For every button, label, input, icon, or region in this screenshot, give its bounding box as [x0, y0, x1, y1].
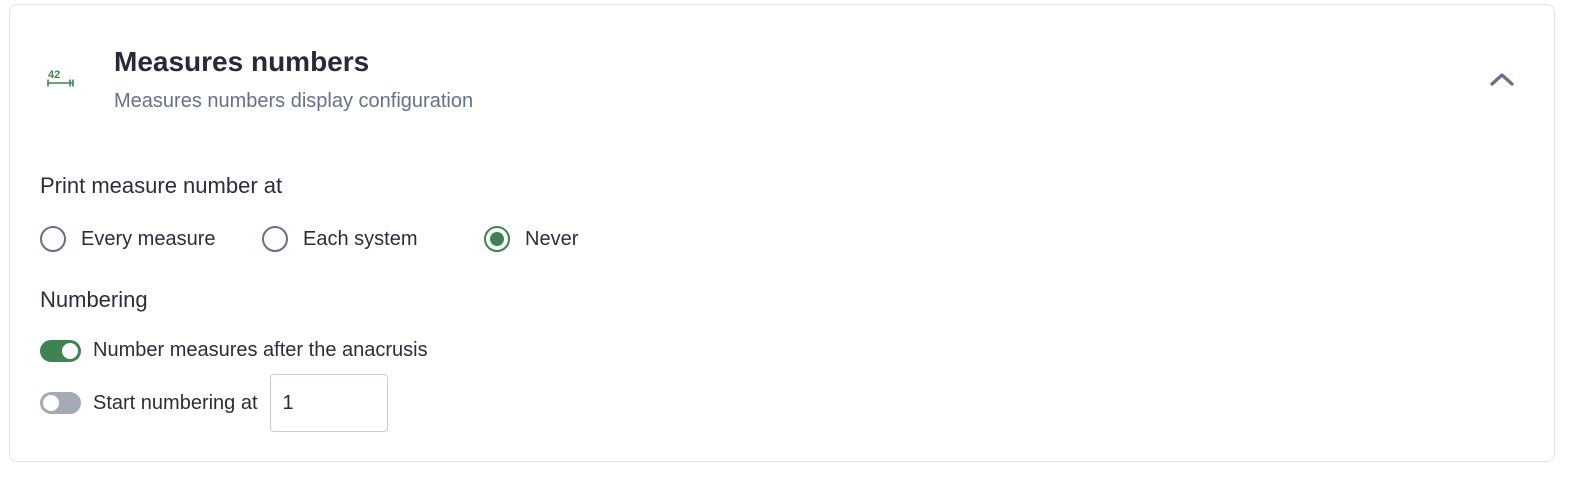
panel-subtitle: Measures numbers display configuration — [114, 90, 474, 112]
radio-never[interactable]: Never — [484, 223, 578, 255]
radio-button[interactable] — [40, 226, 66, 252]
measure-number-icon-label: 42 — [48, 69, 60, 81]
radio-each-system[interactable]: Each system — [262, 223, 417, 255]
start-numbering-input[interactable] — [269, 374, 388, 432]
measures-numbers-panel: 42 Measures numbers Measures numbers dis… — [9, 4, 1555, 462]
after-anacrusis-label: Number measures after the anacrusis — [93, 339, 428, 361]
after-anacrusis-toggle[interactable] — [40, 339, 81, 362]
radio-button-selected[interactable] — [484, 226, 510, 252]
numbering-label: Numbering — [40, 287, 148, 312]
print-at-label: Print measure number at — [40, 173, 283, 198]
toggle-knob — [43, 395, 59, 411]
start-numbering-toggle[interactable] — [40, 392, 81, 414]
start-numbering-label: Start numbering at — [93, 391, 258, 414]
measure-number-icon: 42 — [47, 69, 74, 87]
radio-label-every-measure: Every measure — [81, 227, 216, 250]
radio-label-each-system: Each system — [303, 227, 418, 250]
panel-title: Measures numbers — [114, 46, 370, 77]
radio-every-measure[interactable]: Every measure — [40, 223, 216, 255]
after-anacrusis-row: Number measures after the anacrusis — [40, 339, 428, 362]
start-numbering-row: Start numbering at — [40, 374, 388, 432]
radio-dot — [490, 232, 504, 246]
radio-button[interactable] — [262, 226, 288, 252]
collapse-button[interactable] — [1482, 61, 1522, 97]
toggle-knob — [62, 342, 78, 359]
chevron-up-icon — [1490, 73, 1514, 86]
radio-label-never: Never — [525, 227, 579, 250]
